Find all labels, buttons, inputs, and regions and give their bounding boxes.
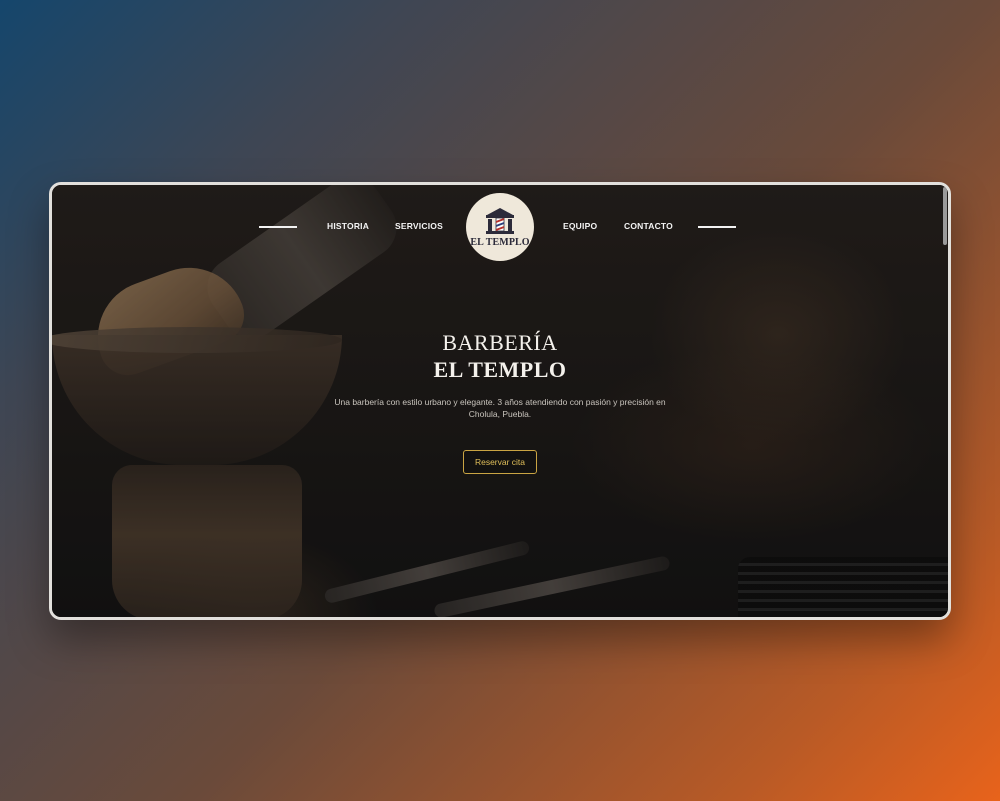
nav-divider-right (698, 226, 736, 228)
logo[interactable]: EL TEMPLO (466, 193, 534, 261)
nav-link-servicios[interactable]: SERVICIOS (395, 221, 443, 231)
nav-link-equipo[interactable]: EQUIPO (563, 221, 597, 231)
nav-link-historia[interactable]: HISTORIA (327, 221, 369, 231)
barber-temple-pole-icon (486, 207, 514, 234)
browser-frame: HISTORIA SERVICIOS EL TEMPLO EQUIPO CONT… (49, 182, 951, 620)
scrollbar[interactable] (943, 187, 947, 245)
nav-divider-left (259, 226, 297, 228)
hero-title-line1: BARBERÍA (442, 330, 558, 355)
hero-title-line2: EL TEMPLO (433, 357, 567, 382)
hero-description: Una barbería con estilo urbano y elegant… (334, 397, 666, 419)
top-nav: HISTORIA SERVICIOS EL TEMPLO EQUIPO CONT… (52, 185, 948, 275)
nav-link-contacto[interactable]: CONTACTO (624, 221, 673, 231)
hero-section: BARBERÍA EL TEMPLO Una barbería con esti… (52, 330, 948, 474)
logo-text: EL TEMPLO (470, 236, 530, 248)
reserve-button[interactable]: Reservar cita (462, 450, 538, 474)
